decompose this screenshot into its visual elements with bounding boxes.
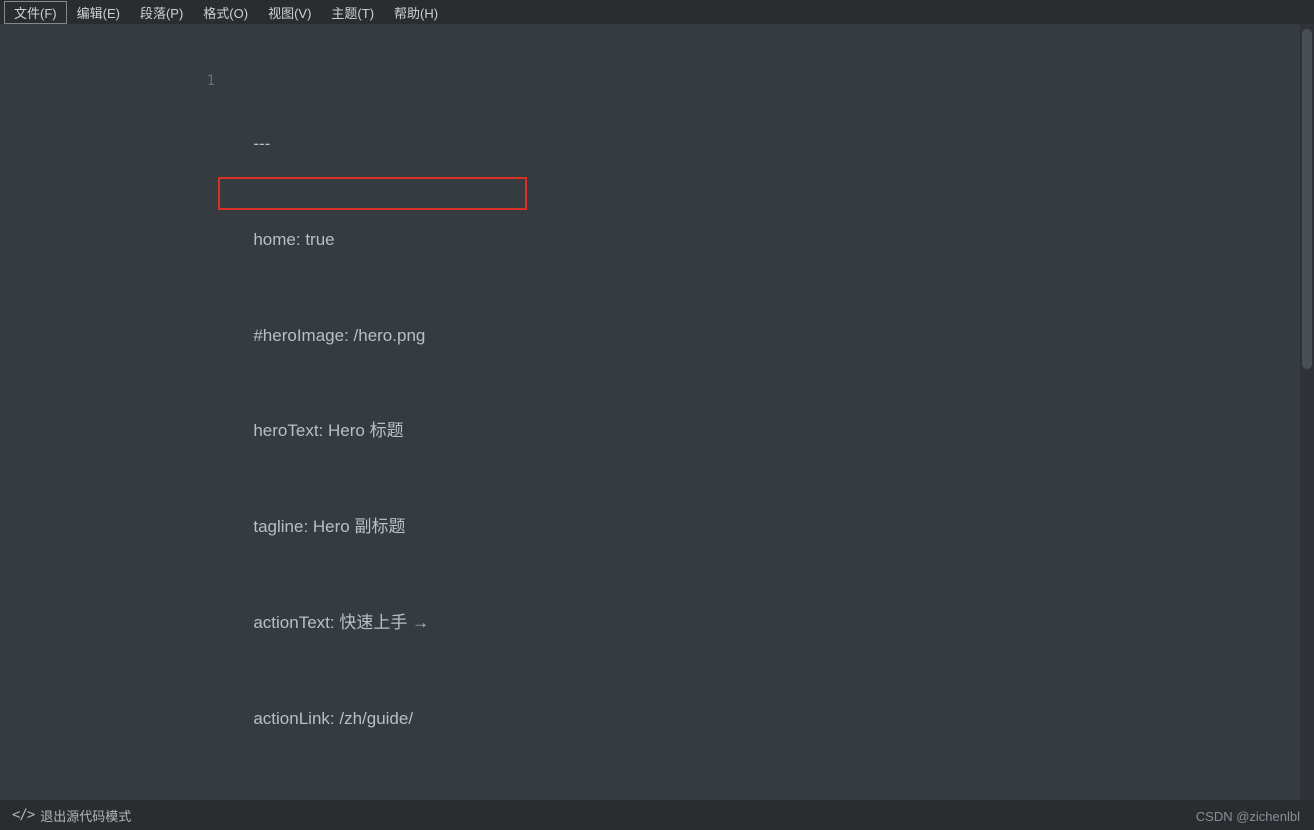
code-text: tagline: Hero 副标题 [253, 517, 405, 536]
menu-format[interactable]: 格式(O) [193, 1, 258, 24]
scrollbar-track[interactable] [1300, 24, 1314, 800]
menu-view[interactable]: 视图(V) [258, 1, 321, 24]
code-text: --- [253, 134, 270, 153]
menu-theme[interactable]: 主题(T) [321, 1, 384, 24]
menu-paragraph[interactable]: 段落(P) [130, 1, 193, 24]
code-line[interactable]: home: true [225, 192, 1274, 288]
code-text: actionLink: /zh/guide/ [253, 709, 413, 728]
code-text: heroText: Hero 标题 [253, 421, 403, 440]
code-icon: </> [12, 807, 34, 823]
menu-edit[interactable]: 编辑(E) [67, 1, 130, 24]
scrollbar-thumb[interactable] [1302, 29, 1312, 369]
menu-help[interactable]: 帮助(H) [384, 1, 448, 24]
menubar: 文件(F) 编辑(E) 段落(P) 格式(O) 视图(V) 主题(T) 帮助(H… [0, 0, 1314, 24]
code-line[interactable]: heroText: Hero 标题 [225, 384, 1274, 480]
code-line[interactable]: features: [225, 767, 1274, 800]
code-content[interactable]: 1 --- home: true #heroImage: /hero.png h… [225, 64, 1274, 800]
code-line[interactable]: actionLink: /zh/guide/ [225, 671, 1274, 767]
source-code-editor[interactable]: 1 --- home: true #heroImage: /hero.png h… [0, 24, 1314, 800]
code-line[interactable]: actionText: 快速上手 → [225, 575, 1274, 671]
menu-file[interactable]: 文件(F) [4, 1, 67, 24]
code-text: home: true [253, 230, 334, 249]
exit-source-mode-button[interactable]: </> 退出源代码模式 [12, 806, 131, 825]
statusbar: </> 退出源代码模式 [0, 800, 1314, 830]
code-text: #heroImage: /hero.png [253, 326, 425, 345]
exit-source-mode-label: 退出源代码模式 [40, 806, 131, 825]
code-line[interactable]: tagline: Hero 副标题 [225, 479, 1274, 575]
code-line[interactable]: #heroImage: /hero.png [225, 288, 1274, 384]
code-line[interactable]: 1 --- [225, 64, 1274, 192]
line-number: 1 [175, 68, 215, 94]
code-text: actionText: 快速上手 → [253, 613, 429, 632]
